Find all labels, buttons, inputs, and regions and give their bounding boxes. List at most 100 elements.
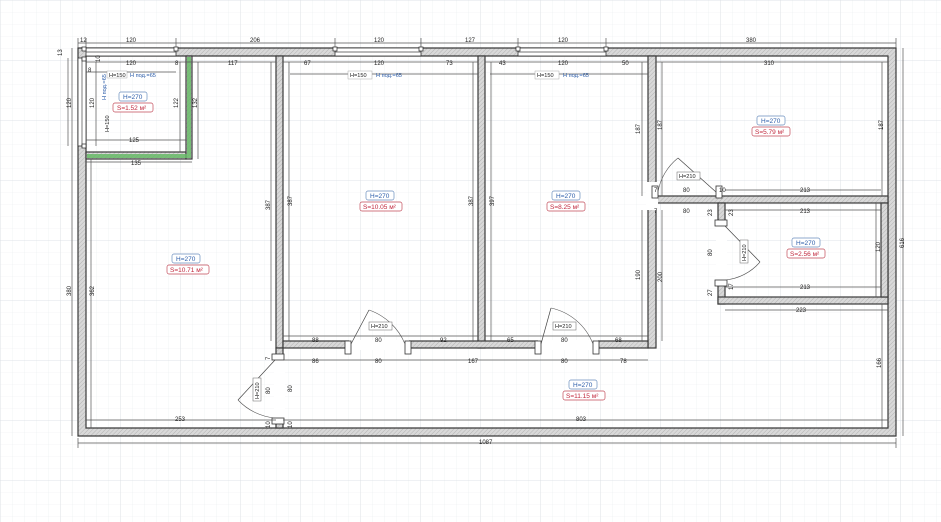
floor-plan-canvas[interactable]: 12 120 206 120 127 120 380 120 8 117 67 … [0, 0, 941, 522]
dim-h-9: 80 [561, 359, 568, 365]
dim-dl-1: 80 [288, 385, 294, 392]
dim-v-11: 616 [900, 237, 906, 248]
dim-r-11: 23 [729, 209, 735, 216]
dim-inner-9: 310 [764, 61, 775, 67]
room-1-area: S=1.52 м² [117, 105, 147, 112]
dim-r-5: 80 [683, 209, 690, 215]
room-7-area: S=11.15 м² [566, 393, 599, 400]
door-room4-jamb-right [592, 340, 600, 355]
dim-inner-5: 73 [446, 61, 453, 67]
dim-r-0: 213 [800, 188, 811, 194]
dim-dl-0: 80 [266, 387, 272, 394]
room-7-height: H=270 [573, 382, 593, 389]
dim-v-10: 187 [879, 119, 885, 130]
room1-window-h: H=150 [109, 73, 126, 79]
dim-bottom-0: 253 [175, 417, 186, 423]
dim-room1-1: 132 [193, 97, 199, 108]
dim-h-3: 65 [507, 338, 514, 344]
dim-top-6: 380 [746, 38, 757, 44]
dim-bottom-1: 803 [576, 417, 587, 423]
dim-inner-0: 120 [126, 61, 137, 67]
room3-window-h: H=150 [350, 73, 367, 79]
dim-h-10: 78 [620, 359, 627, 365]
room3-window-sill: H под.=65 [376, 73, 402, 79]
dim-r-12: 27 [708, 289, 714, 296]
dim-inner-3: 67 [304, 61, 311, 67]
door-room2-jamb-bottom [271, 417, 285, 425]
dim-inner-4: 120 [374, 61, 385, 67]
door-room4-gap [538, 340, 598, 350]
dim-v-9: 120 [876, 241, 882, 252]
room-4-area: S=8.25 м² [550, 204, 580, 211]
dim-v-6: 190 [636, 269, 642, 280]
room1-window-left-sill: H под.=65 [102, 74, 108, 100]
room-5-height: H=270 [761, 118, 781, 125]
dim-inner-2: 117 [228, 61, 238, 67]
dim-left-1: 120 [67, 97, 73, 108]
room-3-height: H=270 [370, 193, 390, 200]
wall-right-1[interactable] [655, 195, 889, 204]
dim-top-4: 127 [465, 38, 476, 44]
room-3-area: S=10.05 м² [363, 204, 397, 211]
dim-h-4: 80 [561, 338, 568, 344]
wall-vertical-2[interactable] [477, 55, 486, 349]
door-room4-h: H=210 [555, 324, 572, 330]
room-2-height: H=270 [176, 256, 196, 263]
door-room5-h: H=210 [679, 174, 696, 180]
room-5-area: S=5.79 м² [755, 129, 785, 136]
room4-window-h: H=150 [537, 73, 554, 79]
dim-v-2: 387 [469, 195, 475, 206]
dim-v-1: 387 [288, 195, 294, 206]
wall-vertical-1[interactable] [275, 55, 284, 349]
door-room6-jamb-top [714, 219, 728, 227]
door-room2-gap [274, 358, 285, 420]
door-room6-jamb-bottom [714, 279, 728, 287]
dim-v-0: 387 [266, 199, 272, 210]
dim-v-5: 187 [658, 119, 664, 130]
door-room3-h: H=210 [371, 324, 388, 330]
dim-left-inner-0: 10 [96, 55, 102, 62]
dim-bottom-2: 1087 [479, 440, 493, 446]
dim-r-4: 80 [683, 188, 690, 194]
dim-h-0: 88 [312, 338, 319, 344]
dim-h-1: 80 [375, 338, 382, 344]
room1-window-left-h: H=150 [105, 115, 111, 132]
room-6-area: S=2.56 м² [790, 251, 820, 258]
room-4-height: H=270 [556, 193, 576, 200]
dim-r-3: 223 [796, 308, 807, 314]
dim-h-6: 86 [312, 359, 319, 365]
dim-r-1: 213 [800, 209, 811, 215]
door-room2-h: H=210 [255, 382, 261, 399]
dim-v-7: 200 [658, 271, 664, 282]
door-room6-gap [716, 224, 727, 284]
room-6-height: H=270 [796, 240, 816, 247]
dim-h-5: 68 [615, 338, 622, 344]
door-room2-jamb-top [271, 353, 285, 361]
floor-plan-svg[interactable]: 12 120 206 120 127 120 380 120 8 117 67 … [0, 0, 941, 522]
dim-v-4: 187 [636, 123, 642, 134]
door-room3-jamb-right [404, 340, 412, 355]
dim-room1-2: 125 [129, 138, 140, 144]
dim-r-8: 10 [719, 188, 726, 194]
wall-right-4[interactable] [880, 202, 889, 298]
dim-h-8: 167 [468, 359, 479, 365]
dim-v-3: 397 [490, 195, 496, 206]
dim-room1-0: 122 [174, 97, 180, 108]
door-room6-h: H=210 [742, 244, 748, 261]
door-room3-jamb-left [344, 340, 352, 355]
dim-left-inner-1: 120 [90, 97, 96, 108]
dim-r-9: 17 [729, 283, 735, 290]
dim-r-13: 80 [708, 249, 714, 256]
dim-left-2: 380 [67, 285, 73, 296]
wall-right-3[interactable] [717, 296, 889, 305]
room1-window-sill: H под.=65 [130, 73, 156, 79]
dim-inner-6: 43 [499, 61, 506, 67]
door-room4-jamb-left [534, 340, 542, 355]
room-1-height: H=270 [123, 94, 143, 101]
dim-top-2: 206 [250, 38, 261, 44]
dim-room1-3: 135 [131, 161, 142, 167]
dim-inner-7: 120 [558, 61, 569, 67]
dim-v-8: 166 [877, 357, 883, 368]
dim-dl-2: 10 [266, 421, 272, 428]
dim-dl-3: 10 [288, 421, 294, 428]
